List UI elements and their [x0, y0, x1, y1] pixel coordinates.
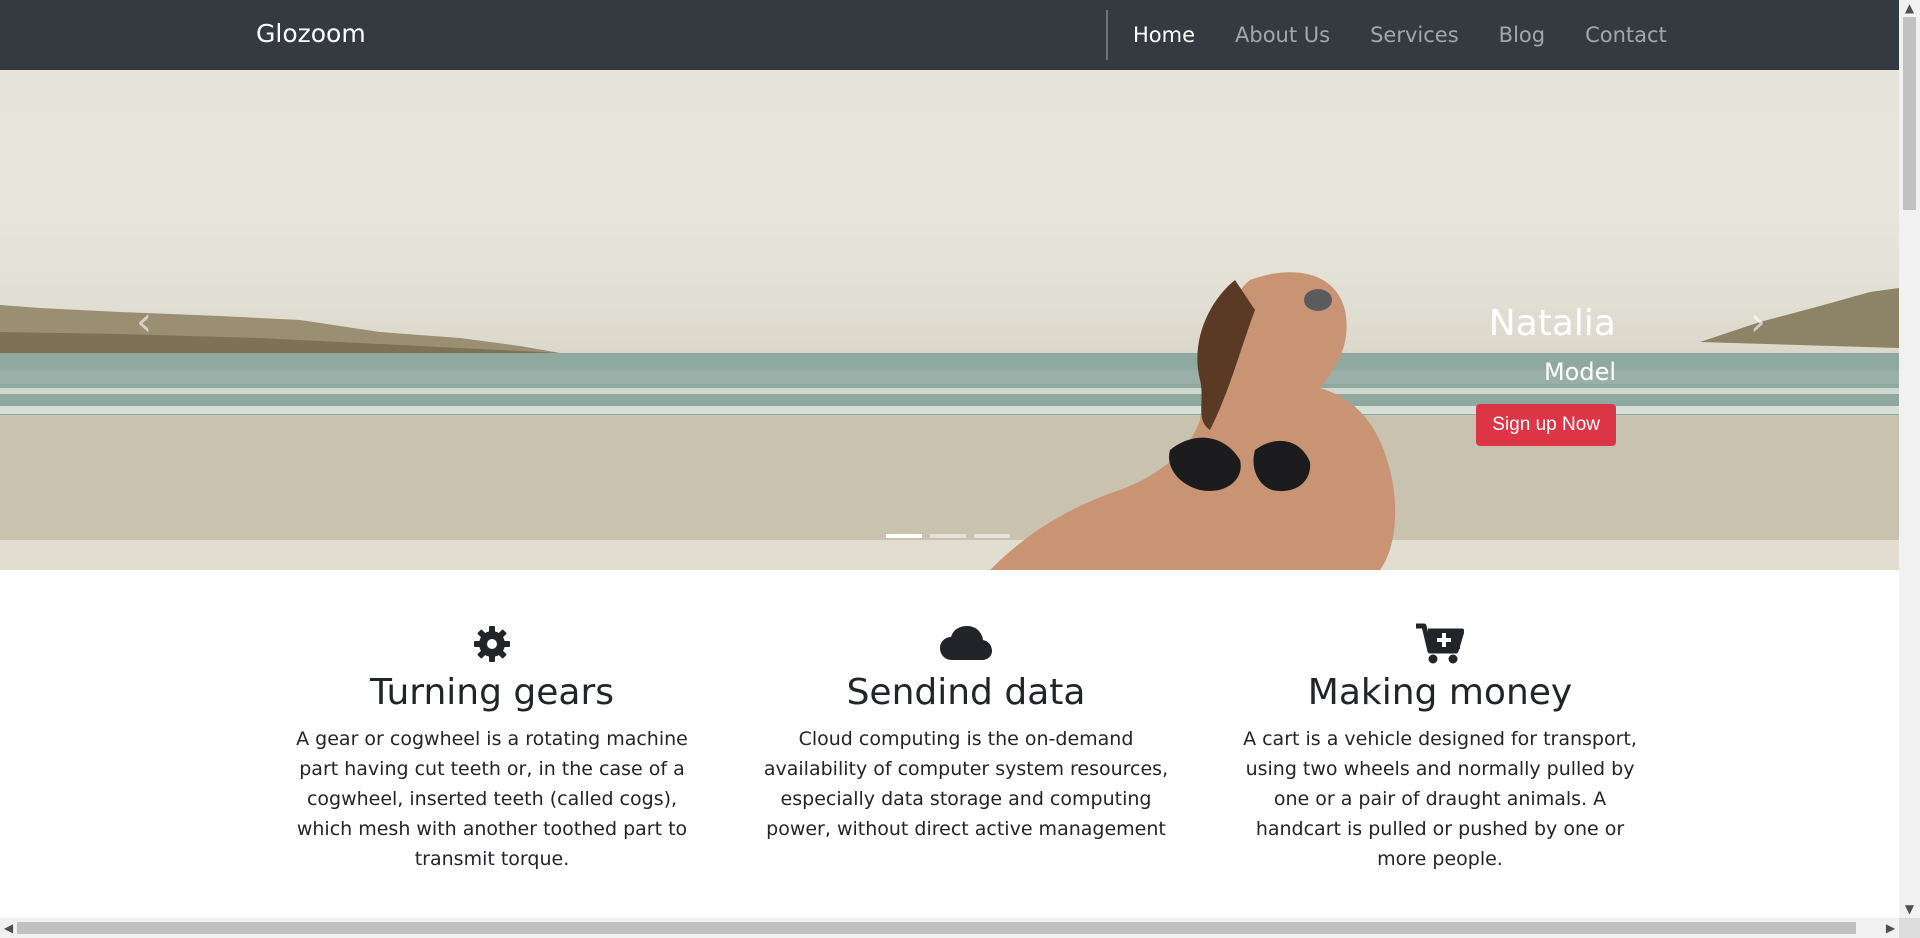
scroll-left-arrow-icon[interactable]: ◀: [0, 918, 17, 938]
nav-link-contact[interactable]: Contact: [1565, 23, 1687, 47]
feature-card: Turning gears A gear or cogwheel is a ro…: [255, 620, 729, 870]
cloud-icon: [729, 620, 1203, 668]
feature-text: A cart is a vehicle designed for transpo…: [1243, 728, 1637, 870]
horizontal-scroll-thumb[interactable]: [17, 922, 1856, 934]
nav-link-home[interactable]: Home: [1113, 23, 1215, 47]
navbar: Glozoom Home About Us Services Blog Cont…: [0, 0, 1899, 70]
features-section: Turning gears A gear or cogwheel is a ro…: [255, 620, 1677, 870]
nav-link-services[interactable]: Services: [1350, 23, 1479, 47]
chevron-left-icon: ‹: [136, 299, 152, 345]
scrollbar-corner: [1899, 918, 1920, 938]
feature-title: Turning gears: [369, 672, 615, 713]
feature-card: Sendind data Cloud computing is the on-d…: [729, 620, 1203, 870]
feature-text: A gear or cogwheel is a rotating machine…: [296, 728, 688, 870]
nav-link-about-us[interactable]: About Us: [1215, 23, 1350, 47]
gear-icon: [255, 620, 729, 668]
carousel-next-button[interactable]: ›: [1738, 302, 1778, 342]
feature-card: Making money A cart is a vehicle designe…: [1203, 620, 1677, 870]
hero-carousel: ‹ › Natalia Model Sign up Now: [0, 70, 1899, 570]
carousel-prev-button[interactable]: ‹: [124, 302, 164, 342]
hero-name: Natalia: [1488, 303, 1616, 344]
feature-text: Cloud computing is the on-demand availab…: [763, 728, 1169, 840]
carousel-indicator-2[interactable]: [930, 534, 966, 538]
horizontal-scrollbar[interactable]: ◀ ▶: [0, 918, 1899, 938]
scroll-up-arrow-icon[interactable]: ▲: [1899, 0, 1920, 17]
carousel-indicator-1[interactable]: [886, 534, 922, 538]
vertical-scroll-thumb[interactable]: [1903, 17, 1916, 210]
hero-caption: Natalia Model Sign up Now: [1476, 302, 1616, 446]
brand-logo[interactable]: Glozoom: [256, 19, 366, 48]
feature-title: Sendind data: [846, 672, 1086, 713]
scroll-right-arrow-icon[interactable]: ▶: [1882, 918, 1899, 938]
hero-role: Model: [1543, 358, 1616, 386]
feature-title: Making money: [1307, 672, 1573, 713]
vertical-scrollbar[interactable]: ▲ ▼: [1899, 0, 1920, 918]
cart-plus-icon: [1203, 620, 1677, 668]
chevron-right-icon: ›: [1750, 299, 1766, 345]
page: Glozoom Home About Us Services Blog Cont…: [0, 0, 1899, 918]
nav-divider: [1106, 10, 1108, 60]
carousel-indicator-3[interactable]: [974, 534, 1010, 538]
scroll-down-arrow-icon[interactable]: ▼: [1899, 901, 1920, 918]
nav-links: Home About Us Services Blog Contact: [1113, 0, 1687, 70]
nav-link-blog[interactable]: Blog: [1479, 23, 1565, 47]
carousel-indicators: [886, 534, 1010, 538]
sign-up-button[interactable]: Sign up Now: [1476, 404, 1616, 446]
